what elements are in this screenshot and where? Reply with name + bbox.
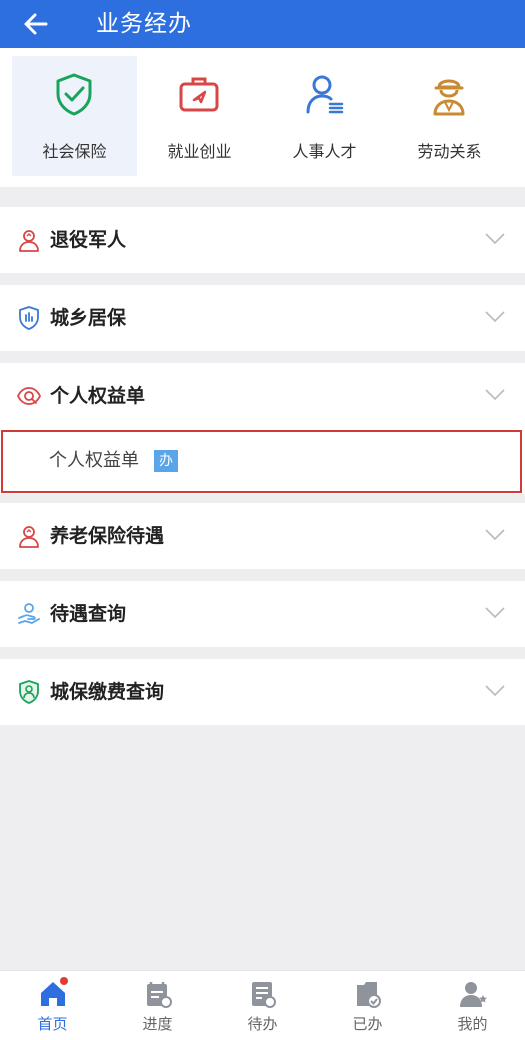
section-title: 城乡居保 [50, 307, 127, 329]
section-personal-rights[interactable]: 个人权益单 [0, 363, 525, 429]
tab-label: 进度 [142, 1015, 173, 1033]
pension-icon [19, 526, 39, 548]
section-title: 养老保险待遇 [50, 525, 165, 547]
notification-dot [60, 977, 68, 985]
tab-done[interactable]: 已办 [315, 971, 420, 1040]
tab-label: 待办 [247, 1015, 278, 1033]
tab-todo[interactable]: 待办 [210, 971, 315, 1040]
section-title: 城保缴费查询 [50, 681, 165, 703]
todo-icon [252, 982, 276, 1008]
handle-badge: 办 [154, 450, 178, 472]
section-benefits-query[interactable]: 待遇查询 [0, 581, 525, 647]
top-app-bar: 业务经办 [0, 0, 525, 48]
done-icon [357, 982, 381, 1008]
chevron-down-icon [485, 685, 505, 697]
chevron-down-icon [485, 607, 505, 619]
arrow-left-icon[interactable] [20, 8, 52, 40]
category-employment[interactable]: 就业创业 [137, 56, 262, 176]
tab-label: 首页 [37, 1015, 68, 1033]
category-label: 人事人才 [292, 142, 357, 161]
tab-label: 我的 [457, 1015, 488, 1033]
section-pension-benefits[interactable]: 养老保险待遇 [0, 503, 525, 569]
person-list-icon [306, 75, 344, 114]
tab-progress[interactable]: 进度 [105, 971, 210, 1040]
chevron-down-icon [485, 529, 505, 541]
category-labor-relations[interactable]: 劳动关系 [387, 56, 512, 176]
bottom-tab-bar: 首页 进度 待办 已办 我的 [0, 970, 525, 1040]
category-label: 社会保险 [42, 142, 107, 161]
chevron-down-icon [485, 311, 505, 323]
tab-home[interactable]: 首页 [0, 971, 105, 1040]
shield-check-icon [56, 73, 92, 116]
section-title: 个人权益单 [50, 385, 146, 407]
sub-item-label: 个人权益单 [49, 450, 139, 471]
category-social-insurance[interactable]: 社会保险 [12, 56, 137, 176]
shield-chart-icon [19, 306, 39, 330]
eye-icon [17, 387, 41, 405]
progress-icon [147, 982, 172, 1008]
section-urban-rural-insurance[interactable]: 城乡居保 [0, 285, 525, 351]
section-title: 待遇查询 [50, 603, 127, 625]
chevron-down-icon [485, 389, 505, 401]
worker-icon [433, 79, 465, 116]
category-label: 就业创业 [167, 142, 232, 161]
page-title: 业务经办 [96, 11, 192, 37]
briefcase-icon [179, 77, 219, 112]
section-title: 退役军人 [50, 229, 127, 251]
category-label: 劳动关系 [417, 142, 482, 161]
section-veterans[interactable]: 退役军人 [0, 207, 525, 273]
tab-label: 已办 [352, 1015, 383, 1033]
hand-query-icon [18, 603, 40, 624]
chevron-down-icon [485, 233, 505, 245]
tab-profile[interactable]: 我的 [420, 971, 525, 1040]
sub-item-personal-rights[interactable]: 个人权益单 办 [1, 430, 522, 493]
veteran-icon [19, 230, 39, 252]
shield-person-icon [19, 680, 39, 704]
section-urban-payment-query[interactable]: 城保缴费查询 [0, 659, 525, 725]
profile-icon [460, 982, 487, 1007]
category-personnel[interactable]: 人事人才 [262, 56, 387, 176]
category-grid: 社会保险 就业创业 人事人才 劳动关系 [0, 48, 525, 217]
